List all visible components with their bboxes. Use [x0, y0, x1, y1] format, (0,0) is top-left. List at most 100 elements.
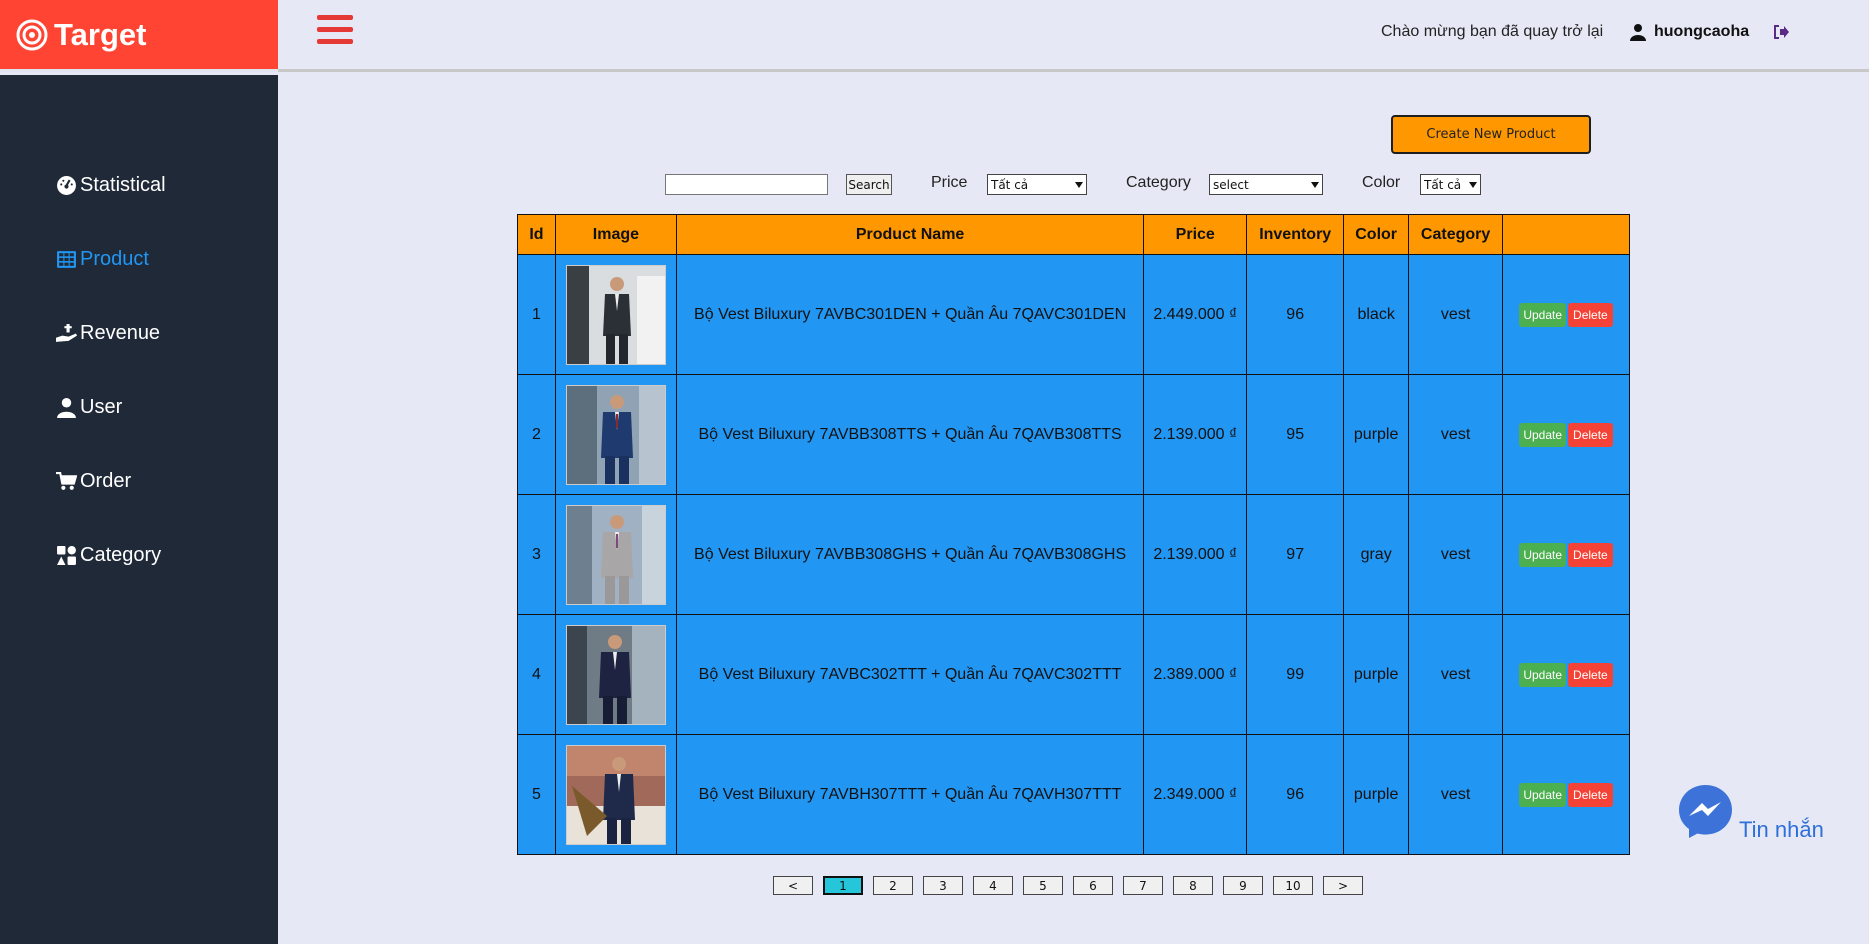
cell-product-name: Bộ Vest Biluxury 7AVBB308TTS + Quần Âu 7…	[675, 374, 1145, 495]
page-button-7[interactable]: 7	[1123, 876, 1163, 895]
sidebar-item-user[interactable]: User	[56, 396, 122, 419]
cell-color: purple	[1343, 614, 1410, 735]
table-row: 4 Bộ Vest Biluxury 7AVBC302TTT + Quần Âu…	[517, 614, 1630, 735]
page-button-2[interactable]: 2	[873, 876, 913, 895]
page-button-1[interactable]: 1	[823, 876, 863, 895]
cell-product-name: Bộ Vest Biluxury 7AVBB308GHS + Quần Âu 7…	[675, 494, 1145, 615]
search-input[interactable]	[665, 174, 828, 195]
category-filter-select[interactable]: select	[1209, 174, 1323, 195]
page-button-9[interactable]: 9	[1223, 876, 1263, 895]
target-icon	[16, 19, 48, 50]
update-button[interactable]: Update	[1519, 662, 1567, 687]
color-filter-label: Color	[1362, 174, 1401, 191]
category-filter-label: Category	[1126, 174, 1191, 191]
welcome-message: Chào mừng bạn đã quay trở lại	[1381, 23, 1604, 40]
category-filter-value: select	[1213, 177, 1249, 192]
sidebar-item-order[interactable]: Order	[56, 470, 131, 493]
cell-product-name: Bộ Vest Biluxury 7AVBH307TTT + Quần Âu 7…	[675, 734, 1145, 855]
product-image	[565, 624, 666, 725]
cell-id: 1	[517, 254, 556, 375]
brand-logo[interactable]: Target	[0, 0, 278, 72]
column-header-color[interactable]: Color	[1343, 214, 1410, 255]
color-filter-select[interactable]: Tất cả	[1420, 174, 1481, 195]
table-header-row: Id Image Product Name Price Inventory Co…	[517, 214, 1630, 255]
sidebar-item-category[interactable]: Category	[56, 544, 161, 567]
cell-price: 2.139.000 ₫	[1143, 494, 1248, 615]
update-button[interactable]: Update	[1519, 422, 1567, 447]
delete-button[interactable]: Delete	[1568, 302, 1613, 327]
user-icon	[1630, 24, 1646, 41]
column-header-product-name[interactable]: Product Name	[675, 214, 1145, 255]
cell-id: 2	[517, 374, 556, 495]
price-filter-select[interactable]: Tất cả	[987, 174, 1087, 195]
messenger-icon[interactable]	[1677, 783, 1734, 840]
sidebar-item-label: Order	[80, 470, 132, 492]
update-button[interactable]: Update	[1519, 302, 1567, 327]
cell-id: 3	[517, 494, 556, 615]
table-row: 1 Bộ Vest Biluxury 7AVBC301DEN + Quần Âu…	[517, 254, 1630, 375]
table-icon	[57, 251, 76, 268]
category-icon	[57, 546, 76, 565]
sidebar-item-label: Revenue	[80, 322, 161, 344]
sidebar-item-statistical[interactable]: Statistical	[56, 174, 166, 197]
column-header-category[interactable]: Category	[1408, 214, 1504, 255]
page-button-6[interactable]: 6	[1073, 876, 1113, 895]
search-button[interactable]: Search	[846, 174, 892, 195]
create-new-product-button[interactable]: Create New Product	[1391, 115, 1591, 154]
product-image	[565, 264, 666, 365]
cart-icon	[56, 472, 77, 490]
column-header-inventory[interactable]: Inventory	[1246, 214, 1345, 255]
cell-category: vest	[1408, 254, 1504, 375]
cell-category: vest	[1408, 614, 1504, 735]
cell-price: 2.349.000 ₫	[1143, 734, 1248, 855]
column-header-image[interactable]: Image	[554, 214, 677, 255]
table-row: 5 Bộ Vest Biluxury 7AVBH307TTT + Quần Âu…	[517, 734, 1630, 855]
sidebar-item-product[interactable]: Product	[56, 248, 149, 271]
cell-category: vest	[1408, 374, 1504, 495]
messenger-label[interactable]: Tin nhắn	[1739, 817, 1824, 843]
chevron-down-icon	[1469, 181, 1477, 188]
delete-button[interactable]: Delete	[1568, 662, 1613, 687]
sidebar-item-label: User	[80, 396, 123, 418]
column-header-price[interactable]: Price	[1143, 214, 1248, 255]
product-image	[565, 744, 666, 845]
cell-category: vest	[1408, 734, 1504, 855]
table-row: 2 Bộ Vest Biluxury 7AVBB308TTS + Quần Âu…	[517, 374, 1630, 495]
page-button-5[interactable]: 5	[1023, 876, 1063, 895]
cell-color: purple	[1343, 374, 1410, 495]
logout-icon[interactable]	[1773, 24, 1789, 40]
update-button[interactable]: Update	[1519, 782, 1567, 807]
cell-price: 2.389.000 ₫	[1143, 614, 1248, 735]
delete-button[interactable]: Delete	[1568, 542, 1613, 567]
page-button-3[interactable]: 3	[923, 876, 963, 895]
product-table: Id Image Product Name Price Inventory Co…	[517, 214, 1630, 855]
cell-inventory: 95	[1246, 374, 1345, 495]
sidebar-item-label: Product	[80, 248, 149, 270]
delete-button[interactable]: Delete	[1568, 422, 1613, 447]
column-header-actions	[1502, 214, 1630, 255]
page-button-10[interactable]: 10	[1273, 876, 1313, 895]
prev-page-button[interactable]: <	[773, 876, 813, 895]
cell-product-name: Bộ Vest Biluxury 7AVBC301DEN + Quần Âu 7…	[675, 254, 1145, 375]
table-row: 3 Bộ Vest Biluxury 7AVBB308GHS + Quần Âu…	[517, 494, 1630, 615]
delete-button[interactable]: Delete	[1568, 782, 1613, 807]
hamburger-menu-icon[interactable]	[317, 15, 353, 49]
update-button[interactable]: Update	[1519, 542, 1567, 567]
sidebar-item-revenue[interactable]: Revenue	[56, 322, 160, 345]
chevron-down-icon	[1311, 181, 1319, 188]
cell-category: vest	[1408, 494, 1504, 615]
username[interactable]: huongcaoha	[1654, 23, 1749, 41]
price-filter-label: Price	[931, 174, 968, 191]
top-header: Chào mừng bạn đã quay trở lại huongcaoha	[278, 0, 1869, 72]
next-page-button[interactable]: >	[1323, 876, 1363, 895]
page-button-8[interactable]: 8	[1173, 876, 1213, 895]
cell-id: 4	[517, 614, 556, 735]
product-image	[565, 384, 666, 485]
cell-price: 2.139.000 ₫	[1143, 374, 1248, 495]
cell-color: black	[1343, 254, 1410, 375]
column-header-id[interactable]: Id	[517, 214, 556, 255]
product-image	[565, 504, 666, 605]
pagination: < 1 2 3 4 5 6 7 8 9 10 >	[773, 876, 1373, 895]
cell-inventory: 96	[1246, 734, 1345, 855]
page-button-4[interactable]: 4	[973, 876, 1013, 895]
